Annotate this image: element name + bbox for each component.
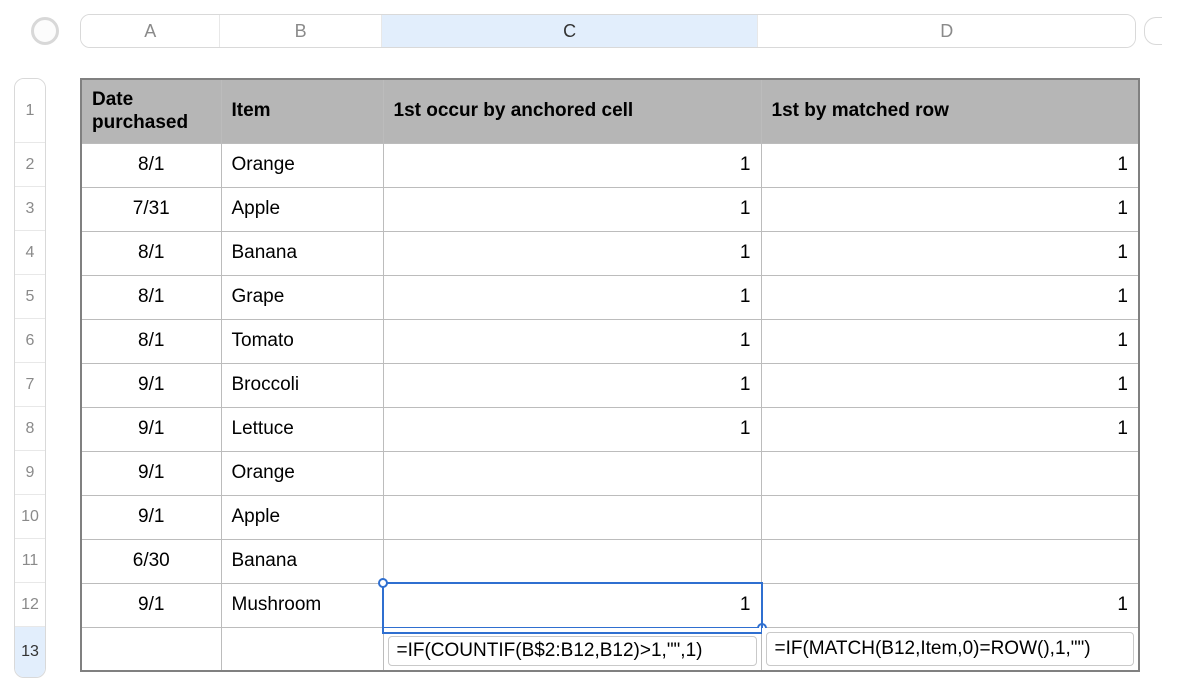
- cell-B2[interactable]: Orange: [221, 143, 383, 187]
- cell-C9[interactable]: [383, 451, 761, 495]
- cell-D10[interactable]: [761, 495, 1139, 539]
- cell-A8[interactable]: 9/1: [81, 407, 221, 451]
- column-header-B[interactable]: B: [220, 15, 381, 47]
- header-occur[interactable]: 1st occur by anchored cell: [383, 79, 761, 143]
- cell-C13[interactable]: =IF(COUNTIF(B$2:B12,B12)>1,"",1): [383, 627, 761, 671]
- table-row: 9/1 Broccoli 1 1: [81, 363, 1139, 407]
- grid: Date purchased Item 1st occur by anchore…: [80, 78, 1166, 678]
- cell-C12[interactable]: 1: [383, 583, 761, 627]
- cell-C6[interactable]: 1: [383, 319, 761, 363]
- cell-C10[interactable]: [383, 495, 761, 539]
- formula-display-C13: =IF(COUNTIF(B$2:B12,B12)>1,"",1): [388, 636, 757, 667]
- cell-C3[interactable]: 1: [383, 187, 761, 231]
- row-header-6[interactable]: 6: [15, 319, 45, 363]
- formula-display-D13: =IF(MATCH(B12,Item,0)=ROW(),1,""): [766, 632, 1135, 667]
- cell-A2[interactable]: 8/1: [81, 143, 221, 187]
- add-column-handle[interactable]: [1144, 15, 1166, 47]
- table-row: 9/1 Apple: [81, 495, 1139, 539]
- row-header-13[interactable]: 13: [15, 627, 45, 677]
- cell-A6[interactable]: 8/1: [81, 319, 221, 363]
- cell-B13[interactable]: [221, 627, 383, 671]
- column-header-A[interactable]: A: [81, 15, 220, 47]
- cell-D12[interactable]: 1: [761, 583, 1139, 627]
- cell-C5[interactable]: 1: [383, 275, 761, 319]
- cell-C2[interactable]: 1: [383, 143, 761, 187]
- table-row: 9/1 Lettuce 1 1: [81, 407, 1139, 451]
- cell-B11[interactable]: Banana: [221, 539, 383, 583]
- cell-C7[interactable]: 1: [383, 363, 761, 407]
- select-all-icon: [31, 17, 59, 45]
- cell-A13[interactable]: [81, 627, 221, 671]
- table-row: 8/1 Banana 1 1: [81, 231, 1139, 275]
- cell-A7[interactable]: 9/1: [81, 363, 221, 407]
- cell-B10[interactable]: Apple: [221, 495, 383, 539]
- cell-B6[interactable]: Tomato: [221, 319, 383, 363]
- cell-D3[interactable]: 1: [761, 187, 1139, 231]
- cell-D5[interactable]: 1: [761, 275, 1139, 319]
- cell-A12[interactable]: 9/1: [81, 583, 221, 627]
- table-row: 8/1 Tomato 1 1: [81, 319, 1139, 363]
- cell-B12[interactable]: Mushroom: [221, 583, 383, 627]
- cell-A9[interactable]: 9/1: [81, 451, 221, 495]
- row-header-7[interactable]: 7: [15, 363, 45, 407]
- column-header-D[interactable]: D: [758, 15, 1135, 47]
- cell-A5[interactable]: 8/1: [81, 275, 221, 319]
- column-header-C[interactable]: C: [382, 15, 759, 47]
- column-headers: A B C D: [80, 14, 1136, 48]
- cell-B9[interactable]: Orange: [221, 451, 383, 495]
- cell-A3[interactable]: 7/31: [81, 187, 221, 231]
- data-table: Date purchased Item 1st occur by anchore…: [80, 78, 1140, 672]
- cell-D2[interactable]: 1: [761, 143, 1139, 187]
- row-header-5[interactable]: 5: [15, 275, 45, 319]
- selection-border: [382, 582, 763, 629]
- table-row: =IF(COUNTIF(B$2:B12,B12)>1,"",1) =IF(MAT…: [81, 627, 1139, 671]
- cell-D8[interactable]: 1: [761, 407, 1139, 451]
- table-row: 8/1 Orange 1 1: [81, 143, 1139, 187]
- row-header-12[interactable]: 12: [15, 583, 45, 627]
- row-header-8[interactable]: 8: [15, 407, 45, 451]
- table-row: 8/1 Grape 1 1: [81, 275, 1139, 319]
- cell-D7[interactable]: 1: [761, 363, 1139, 407]
- cell-D11[interactable]: [761, 539, 1139, 583]
- cell-A11[interactable]: 6/30: [81, 539, 221, 583]
- table-header-row: Date purchased Item 1st occur by anchore…: [81, 79, 1139, 143]
- cell-A10[interactable]: 9/1: [81, 495, 221, 539]
- cell-B3[interactable]: Apple: [221, 187, 383, 231]
- cell-B7[interactable]: Broccoli: [221, 363, 383, 407]
- cell-C11[interactable]: [383, 539, 761, 583]
- row-header-2[interactable]: 2: [15, 143, 45, 187]
- spreadsheet: A B C D 1 2 3 4 5 6 7 8 9 10 11 12 13: [0, 0, 1180, 678]
- table-row: 6/30 Banana: [81, 539, 1139, 583]
- table-row: 9/1 Orange: [81, 451, 1139, 495]
- row-header-9[interactable]: 9: [15, 451, 45, 495]
- cell-D9[interactable]: [761, 451, 1139, 495]
- cell-B8[interactable]: Lettuce: [221, 407, 383, 451]
- cell-D4[interactable]: 1: [761, 231, 1139, 275]
- header-item[interactable]: Item: [221, 79, 383, 143]
- row-header-11[interactable]: 11: [15, 539, 45, 583]
- column-header-strip: A B C D: [14, 14, 1166, 48]
- table-row: 9/1 Mushroom 1 1: [81, 583, 1139, 627]
- cell-D6[interactable]: 1: [761, 319, 1139, 363]
- table-row: 7/31 Apple 1 1: [81, 187, 1139, 231]
- row-headers: 1 2 3 4 5 6 7 8 9 10 11 12 13: [14, 78, 46, 678]
- cell-B4[interactable]: Banana: [221, 231, 383, 275]
- cell-B5[interactable]: Grape: [221, 275, 383, 319]
- header-match[interactable]: 1st by matched row: [761, 79, 1139, 143]
- row-header-10[interactable]: 10: [15, 495, 45, 539]
- header-date[interactable]: Date purchased: [81, 79, 221, 143]
- row-header-1[interactable]: 1: [15, 79, 45, 143]
- cell-C4[interactable]: 1: [383, 231, 761, 275]
- cell-A4[interactable]: 8/1: [81, 231, 221, 275]
- row-header-3[interactable]: 3: [15, 187, 45, 231]
- row-header-4[interactable]: 4: [15, 231, 45, 275]
- cell-D13[interactable]: =IF(MATCH(B12,Item,0)=ROW(),1,""): [761, 627, 1139, 671]
- cell-C12-value: 1: [740, 594, 751, 615]
- cell-C8[interactable]: 1: [383, 407, 761, 451]
- select-all-corner[interactable]: [14, 17, 76, 45]
